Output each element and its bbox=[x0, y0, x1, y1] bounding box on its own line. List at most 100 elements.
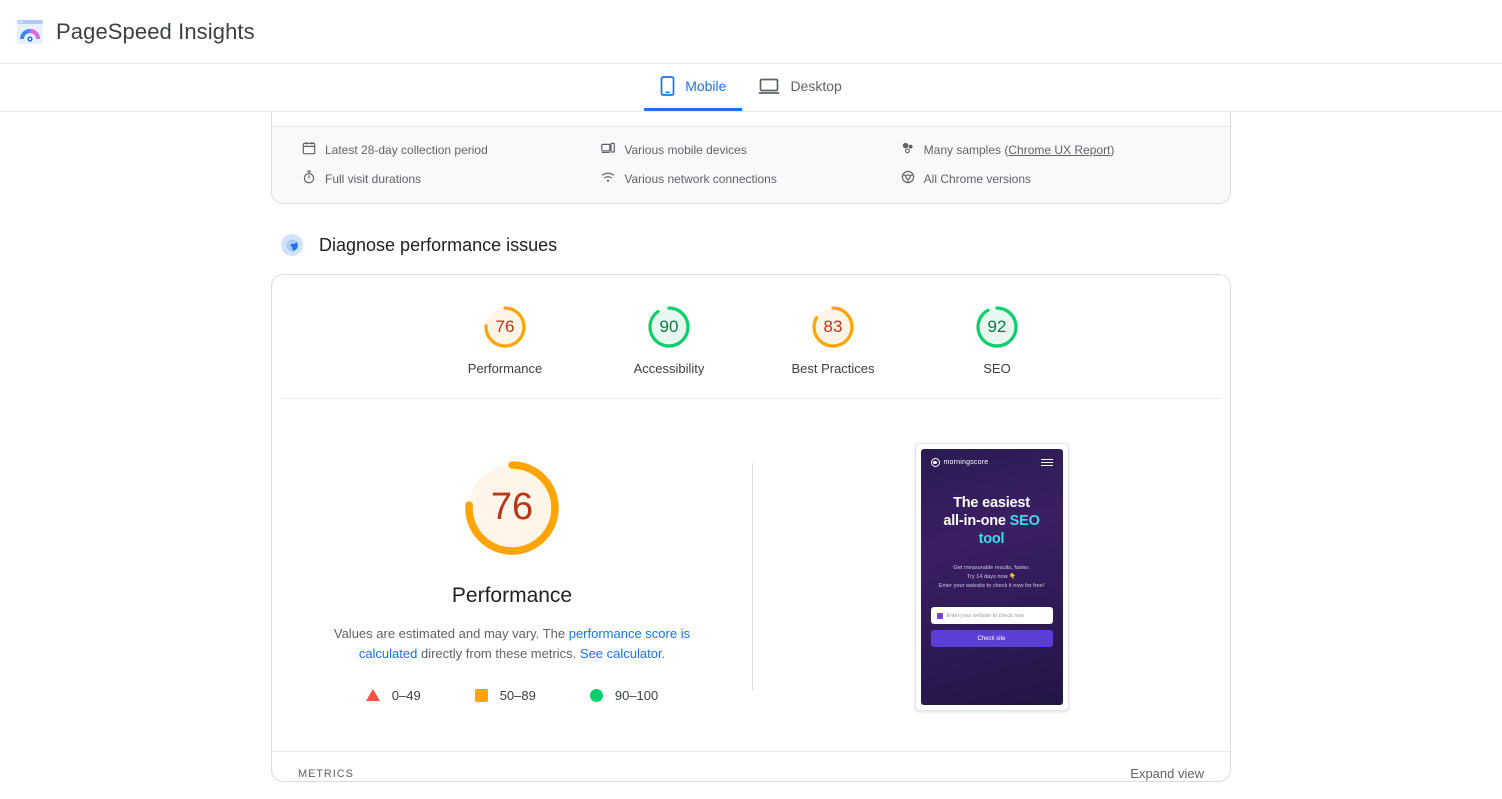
heading-accent-seo: SEO bbox=[1010, 513, 1040, 529]
footer-column-samples: Many samples (Chrome UX Report) All Ch bbox=[901, 141, 1200, 187]
gauge-accessibility[interactable]: 90 Accessibility bbox=[615, 303, 723, 376]
gauge-label: Best Practices bbox=[791, 361, 874, 376]
footer-item-devices: Various mobile devices bbox=[601, 141, 900, 158]
desc-prefix: Values are estimated and may vary. The bbox=[334, 626, 569, 641]
circle-icon bbox=[590, 689, 603, 702]
hamburger-menu-icon bbox=[1041, 459, 1053, 467]
diagnose-title: Diagnose performance issues bbox=[319, 235, 557, 256]
performance-description: Values are estimated and may vary. The p… bbox=[312, 624, 712, 664]
tab-mobile[interactable]: Mobile bbox=[644, 64, 742, 111]
sub-line-3: Enter your website to check it now for f… bbox=[939, 582, 1045, 591]
gauge-value: 83 bbox=[809, 303, 857, 351]
pagespeed-logo-icon bbox=[16, 18, 44, 46]
page-screenshot-thumbnail: morningscore The easiest all-in-one SEO … bbox=[915, 443, 1069, 711]
chrome-ux-report-link[interactable]: Chrome UX Report bbox=[1008, 143, 1110, 157]
gauge-ring: 76 bbox=[481, 303, 529, 351]
performance-panel: 76 Performance Values are estimated and … bbox=[272, 399, 1230, 751]
screenshot-canvas: morningscore The easiest all-in-one SEO … bbox=[921, 449, 1063, 705]
triangle-icon bbox=[366, 689, 380, 701]
see-calculator-link[interactable]: See calculator. bbox=[580, 646, 665, 661]
devices-icon bbox=[601, 141, 615, 158]
morningscore-logo-icon bbox=[931, 458, 940, 467]
heading-plain: all-in-one bbox=[943, 513, 1009, 529]
gauge-ring: 90 bbox=[645, 303, 693, 351]
screenshot-subtext: Get measurable results, faster. Try 14 d… bbox=[939, 564, 1045, 591]
screenshot-topbar: morningscore bbox=[931, 458, 1053, 467]
samples-prefix: Many samples ( bbox=[924, 143, 1009, 157]
gauge-label: Performance bbox=[468, 361, 542, 376]
field-data-footer: Latest 28-day collection period Full vis… bbox=[272, 126, 1230, 203]
sub-line-1: Get measurable results, faster. bbox=[939, 564, 1045, 573]
footer-item-collection-period: Latest 28-day collection period bbox=[302, 141, 601, 158]
footer-text: Many samples (Chrome UX Report) bbox=[924, 143, 1115, 157]
wifi-icon bbox=[601, 170, 615, 187]
tab-mobile-label: Mobile bbox=[685, 78, 726, 94]
square-icon bbox=[475, 689, 488, 702]
page-scroll-region[interactable]: Latest 28-day collection period Full vis… bbox=[0, 112, 1502, 798]
app-title: PageSpeed Insights bbox=[56, 19, 255, 45]
score-legend: 0–49 50–89 90–100 bbox=[366, 688, 658, 703]
heading-accent-tool: tool bbox=[943, 530, 1039, 548]
globe-icon bbox=[937, 613, 943, 619]
gauge-performance[interactable]: 76 Performance bbox=[451, 303, 559, 376]
legend-item-good: 90–100 bbox=[590, 688, 658, 703]
legend-label: 0–49 bbox=[392, 688, 421, 703]
metrics-label: METRICS bbox=[298, 768, 354, 780]
performance-gauge: 76 bbox=[456, 452, 568, 564]
gauge-value: 92 bbox=[973, 303, 1021, 351]
screenshot-heading: The easiest all-in-one SEO tool bbox=[943, 494, 1039, 548]
field-data-card: Latest 28-day collection period Full vis… bbox=[271, 112, 1231, 204]
stopwatch-icon bbox=[302, 170, 316, 187]
gauge-label: SEO bbox=[983, 361, 1010, 376]
footer-item-chrome-versions: All Chrome versions bbox=[901, 170, 1200, 187]
gauge-best-practices[interactable]: 83 Best Practices bbox=[779, 303, 887, 376]
desc-middle: directly from these metrics. bbox=[417, 646, 580, 661]
footer-item-visit-durations: Full visit durations bbox=[302, 170, 601, 187]
footer-text: All Chrome versions bbox=[924, 172, 1031, 186]
performance-title: Performance bbox=[452, 584, 572, 608]
device-tabbar: Mobile Desktop bbox=[0, 64, 1502, 112]
gauge-seo[interactable]: 92 SEO bbox=[943, 303, 1051, 376]
heading-line-1: The easiest bbox=[943, 494, 1039, 512]
expand-view-button[interactable]: Expand view bbox=[1130, 766, 1204, 781]
legend-label: 50–89 bbox=[500, 688, 536, 703]
footer-text: Full visit durations bbox=[325, 172, 421, 186]
brand-name: morningscore bbox=[944, 459, 989, 466]
gauge-label: Accessibility bbox=[634, 361, 705, 376]
screenshot-check-site-button: Check site bbox=[931, 630, 1053, 647]
scores-card: 76 Performance 90 Accessibility bbox=[271, 274, 1231, 782]
tab-desktop-label: Desktop bbox=[790, 78, 841, 94]
performance-score-value: 76 bbox=[456, 452, 568, 564]
input-placeholder: Enter your website to check now bbox=[947, 613, 1025, 619]
diagnose-icon bbox=[281, 234, 303, 256]
footer-item-network: Various network connections bbox=[601, 170, 900, 187]
chrome-icon bbox=[901, 170, 915, 187]
screenshot-brand: morningscore bbox=[931, 458, 989, 467]
gauge-ring: 83 bbox=[809, 303, 857, 351]
tab-desktop[interactable]: Desktop bbox=[742, 64, 857, 111]
footer-item-samples: Many samples (Chrome UX Report) bbox=[901, 141, 1200, 158]
legend-item-poor: 0–49 bbox=[366, 688, 421, 703]
performance-summary: 76 Performance Values are estimated and … bbox=[272, 452, 752, 703]
category-gauges-strip: 76 Performance 90 Accessibility bbox=[281, 275, 1221, 399]
distribution-bars-row bbox=[272, 112, 1230, 126]
screenshot-website-input: Enter your website to check now bbox=[931, 607, 1053, 624]
legend-item-average: 50–89 bbox=[475, 688, 536, 703]
calendar-icon bbox=[302, 141, 316, 158]
content-column: Latest 28-day collection period Full vis… bbox=[271, 112, 1231, 782]
footer-text: Latest 28-day collection period bbox=[325, 143, 488, 157]
samples-suffix: ) bbox=[1110, 143, 1114, 157]
gauge-value: 76 bbox=[481, 303, 529, 351]
laptop-icon bbox=[758, 78, 780, 95]
gauge-value: 90 bbox=[645, 303, 693, 351]
screenshot-pane: morningscore The easiest all-in-one SEO … bbox=[753, 443, 1230, 711]
footer-column-collection: Latest 28-day collection period Full vis… bbox=[302, 141, 601, 187]
app-header: PageSpeed Insights bbox=[0, 0, 1502, 64]
metrics-strip: METRICS Expand view bbox=[272, 751, 1230, 781]
legend-label: 90–100 bbox=[615, 688, 658, 703]
sub-line-2: Try 14 days now 👇 bbox=[939, 573, 1045, 582]
mobile-phone-icon bbox=[660, 76, 675, 96]
samples-icon bbox=[901, 141, 915, 158]
heading-line-2: all-in-one SEO bbox=[943, 512, 1039, 530]
gauge-ring: 92 bbox=[973, 303, 1021, 351]
